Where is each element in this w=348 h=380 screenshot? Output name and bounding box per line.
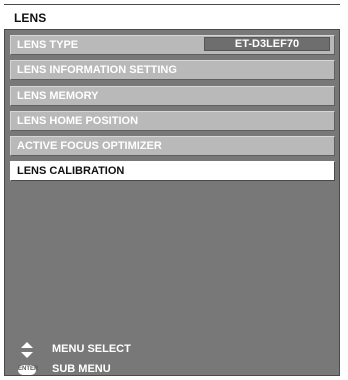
menu-title-bar: LENS [4, 5, 340, 30]
menu-item-label: LENS HOME POSITION [17, 115, 139, 127]
enter-icon-label: ENTER [18, 366, 39, 372]
menu-item-label: LENS TYPE [17, 39, 79, 51]
menu-item-lens-type[interactable]: LENS TYPE ET-D3LEF70 [10, 35, 335, 55]
menu-item-label: LENS CALIBRATION [17, 165, 125, 177]
menu-title: LENS [14, 11, 47, 25]
menu-item-lens-information-setting[interactable]: LENS INFORMATION SETTING [10, 60, 335, 80]
lens-type-value: ET-D3LEF70 [234, 38, 300, 50]
menu-item-active-focus-optimizer[interactable]: ACTIVE FOCUS OPTIMIZER [10, 136, 335, 156]
footer-menu-select: MENU SELECT [16, 341, 316, 359]
menu-item-lens-home-position[interactable]: LENS HOME POSITION [10, 111, 335, 131]
footer-sub-menu: ENTER SUB MENU [16, 361, 316, 379]
menu-item-label: LENS INFORMATION SETTING [17, 64, 177, 76]
footer-sub-menu-text: SUB MENU [52, 363, 111, 375]
enter-button-icon: ENTER [18, 365, 39, 375]
menu-item-lens-memory[interactable]: LENS MEMORY [10, 86, 335, 106]
up-down-arrow-icon [21, 342, 33, 358]
menu-item-lens-calibration[interactable]: LENS CALIBRATION [10, 161, 335, 181]
menu-item-label: ACTIVE FOCUS OPTIMIZER [17, 140, 162, 152]
menu-item-label: LENS MEMORY [17, 90, 99, 102]
lens-type-value-box: ET-D3LEF70 [204, 37, 330, 51]
footer-menu-select-text: MENU SELECT [52, 343, 131, 355]
